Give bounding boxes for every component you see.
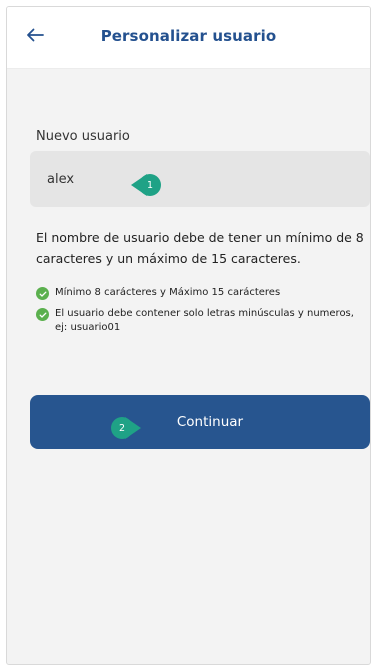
username-help-text: El nombre de usuario debe de tener un mí… — [36, 230, 364, 266]
page-title: Personalizar usuario — [100, 27, 277, 45]
continue-button[interactable]: Continuar — [30, 395, 370, 449]
step-2-annotation: 2 — [111, 417, 141, 439]
step-1-annotation: 1 — [131, 174, 161, 196]
app-header: Personalizar usuario — [7, 7, 370, 69]
username-input[interactable] — [30, 151, 370, 207]
phone-screen: Personalizar usuario Nuevo usuario 1 El … — [6, 6, 371, 665]
check-circle-icon — [36, 287, 49, 300]
annotation-number: 1 — [139, 174, 161, 196]
username-label: Nuevo usuario — [36, 129, 130, 144]
rule-text: El usuario debe contener solo letras min… — [55, 308, 354, 333]
rule-length: Mínimo 8 carácteres y Máximo 15 carácter… — [36, 286, 280, 300]
check-circle-icon — [36, 308, 49, 321]
rule-text: Mínimo 8 carácteres y Máximo 15 carácter… — [55, 287, 281, 298]
rule-characters: El usuario debe contener solo letras min… — [36, 307, 356, 335]
annotation-pointer — [125, 417, 141, 439]
